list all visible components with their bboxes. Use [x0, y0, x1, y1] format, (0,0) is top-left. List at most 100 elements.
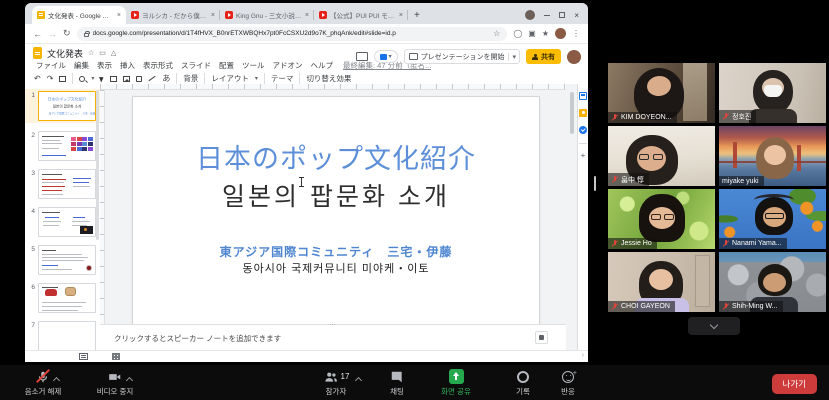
panel-expand-icon[interactable]: ›: [582, 352, 584, 359]
browser-tab-youtube-1[interactable]: ヨルシカ - だから僕は音楽を辞めた ×: [126, 6, 220, 24]
move-folder-icon[interactable]: ▭: [99, 49, 106, 57]
participant-tile-miyake-yuki-active-speaker[interactable]: miyake yuki: [719, 126, 826, 186]
document-title[interactable]: 文化発表: [47, 47, 83, 60]
insert-line-icon[interactable]: [149, 76, 156, 81]
filmstrip-slide-5[interactable]: 5: [25, 245, 100, 275]
menu-slide[interactable]: スライド: [181, 60, 211, 71]
share-button[interactable]: 共有: [526, 49, 561, 64]
notes-placeholder[interactable]: クリックするとスピーカー ノートを追加できます: [114, 333, 281, 344]
transition-button[interactable]: 切り替え効果: [306, 73, 351, 84]
slide-title-japanese[interactable]: 日本のポップ文化紹介: [133, 137, 539, 176]
slide-5-thumbnail[interactable]: [38, 245, 96, 275]
slide-1-thumbnail[interactable]: 日本のポップ文化紹介 일본의 팝문화 소개 東アジア国際コミュニティ 三宅・伊藤: [38, 91, 96, 121]
notes-options-button[interactable]: [535, 331, 548, 344]
participants-options-chevron[interactable]: [355, 377, 362, 384]
leave-meeting-button[interactable]: 나가기: [772, 374, 817, 394]
insert-image-icon[interactable]: [123, 76, 130, 82]
back-icon[interactable]: ←: [33, 29, 42, 39]
layout-button[interactable]: レイアウト: [211, 73, 249, 84]
filmstrip-slide-1[interactable]: 1 日本のポップ文化紹介 일본의 팝문화 소개 東アジア国際コミュニティ 三宅・…: [25, 89, 100, 123]
window-maximize-button[interactable]: [559, 12, 565, 18]
extension-icon-1[interactable]: ◯: [513, 29, 522, 38]
menu-arrange[interactable]: 配置: [219, 60, 234, 71]
present-display-icon[interactable]: [356, 52, 368, 61]
speaker-notes-panel[interactable]: ⋯ クリックするとスピーカー ノートを追加できます: [100, 324, 566, 350]
slideshow-mode-selector[interactable]: ▾: [374, 50, 398, 63]
insert-shape-icon[interactable]: [136, 76, 142, 82]
menu-help[interactable]: ヘルプ: [311, 60, 334, 71]
bookmark-star-icon[interactable]: ☆: [493, 29, 500, 38]
tab-close-icon[interactable]: ×: [399, 12, 403, 19]
participants-button[interactable]: 17 참가자: [305, 369, 367, 397]
start-presentation-button[interactable]: プレゼンテーションを開始 ▾: [404, 49, 520, 64]
stop-video-button[interactable]: 비디오 중지: [84, 369, 146, 397]
print-icon[interactable]: [59, 76, 66, 82]
participant-tile-shih-ming[interactable]: Shih-Ming W...: [719, 252, 826, 312]
participant-tile-choi-gayeon[interactable]: CHOI GAYEON: [608, 252, 715, 312]
filmstrip-slide-6[interactable]: 6: [25, 283, 100, 313]
select-cursor-icon[interactable]: [100, 75, 106, 82]
menu-insert[interactable]: 挿入: [120, 60, 135, 71]
theme-button[interactable]: テーマ: [271, 73, 294, 84]
slide-4-thumbnail[interactable]: [38, 207, 96, 237]
slide-title-korean[interactable]: 일본의 팝문화 소개: [133, 177, 539, 213]
window-minimize-button[interactable]: [544, 15, 550, 16]
tab-close-icon[interactable]: ×: [305, 12, 309, 19]
participant-tile-nanami-yama[interactable]: Nanami Yama...: [719, 189, 826, 249]
window-close-button[interactable]: ×: [574, 11, 579, 20]
participant-tile-jessie-ho[interactable]: Jessie Ho: [608, 189, 715, 249]
extension-icon-2[interactable]: ▣: [528, 29, 536, 38]
slide-7-thumbnail[interactable]: [38, 321, 96, 350]
browser-profile-icon[interactable]: [525, 10, 535, 20]
slide-subtitle-japanese[interactable]: 東アジア国際コミュニティ 三宅・伊藤: [133, 243, 539, 260]
slide-subtitle-korean[interactable]: 동아시아 국제커뮤니티 미야케・이토: [133, 260, 539, 276]
record-button[interactable]: 기록: [503, 369, 543, 397]
tasks-icon[interactable]: [579, 126, 587, 134]
browser-tab-youtube-2[interactable]: King Gnu - 三文小説 - YouTube ×: [220, 6, 314, 24]
filmstrip-scrollbar[interactable]: [96, 90, 99, 240]
current-slide[interactable]: 日本のポップ文化紹介 일본의 팝문화 소개 東アジア国際コミュニティ 三宅・伊藤…: [132, 96, 540, 325]
text-tool-icon[interactable]: あ: [162, 73, 170, 84]
chat-button[interactable]: 채팅: [377, 369, 417, 397]
redo-icon[interactable]: ↷: [47, 74, 54, 83]
zoom-tool-icon[interactable]: [79, 76, 85, 82]
unmute-button[interactable]: 음소거 해제: [12, 369, 74, 397]
menu-tools[interactable]: ツール: [242, 60, 265, 71]
slide-6-thumbnail[interactable]: [38, 283, 96, 313]
text-box-icon[interactable]: [110, 76, 117, 82]
tab-close-icon[interactable]: ×: [211, 12, 215, 19]
notes-resize-handle[interactable]: ⋯: [329, 324, 337, 328]
filmstrip-slide-2[interactable]: 2: [25, 131, 100, 161]
zoom-caret-icon[interactable]: ▾: [91, 75, 94, 82]
menu-addons[interactable]: アドオン: [273, 60, 303, 71]
star-document-icon[interactable]: ☆: [88, 49, 94, 57]
slide-2-thumbnail[interactable]: [38, 131, 96, 161]
filmstrip-slide-3[interactable]: 3: [25, 169, 100, 199]
canvas-scrollbar[interactable]: [570, 92, 574, 134]
video-options-chevron[interactable]: [126, 377, 133, 384]
slide-3-thumbnail[interactable]: [38, 169, 96, 199]
filmstrip-slide-4[interactable]: 4: [25, 207, 100, 237]
filmstrip-slide-7[interactable]: 7: [25, 321, 100, 350]
menu-format[interactable]: 表示形式: [143, 60, 173, 71]
forward-icon[interactable]: →: [48, 29, 57, 39]
browser-tab-youtube-3[interactable]: 【公式】PUI PUI モルカー 第1話 ×: [314, 6, 408, 24]
participant-tile-kim-doyeon[interactable]: KIM DOYEON...: [608, 63, 715, 123]
menu-view[interactable]: 表示: [97, 60, 112, 71]
audio-options-chevron[interactable]: [53, 377, 60, 384]
url-field[interactable]: docs.google.com/presentation/d/1T4fHVX_B…: [77, 27, 508, 41]
account-avatar[interactable]: [567, 50, 581, 64]
filmstrip-view-icon[interactable]: [79, 353, 88, 360]
menu-file[interactable]: ファイル: [36, 60, 66, 71]
grid-view-icon[interactable]: [112, 353, 120, 360]
reactions-button[interactable]: + 반응: [548, 369, 588, 397]
participant-tile-hatakenaka[interactable]: 畠中 惇: [608, 126, 715, 186]
calendar-icon[interactable]: [579, 92, 587, 100]
participant-tile-jeong-hojin[interactable]: 정호진: [719, 63, 826, 123]
new-tab-button[interactable]: +: [414, 10, 420, 21]
gallery-scroll-down-button[interactable]: [688, 317, 740, 335]
gallery-scrollbar[interactable]: [594, 176, 596, 191]
reload-icon[interactable]: ↻: [63, 28, 71, 39]
browser-menu-kebab-icon[interactable]: ⋮: [572, 29, 580, 38]
tab-close-icon[interactable]: ×: [117, 12, 121, 19]
